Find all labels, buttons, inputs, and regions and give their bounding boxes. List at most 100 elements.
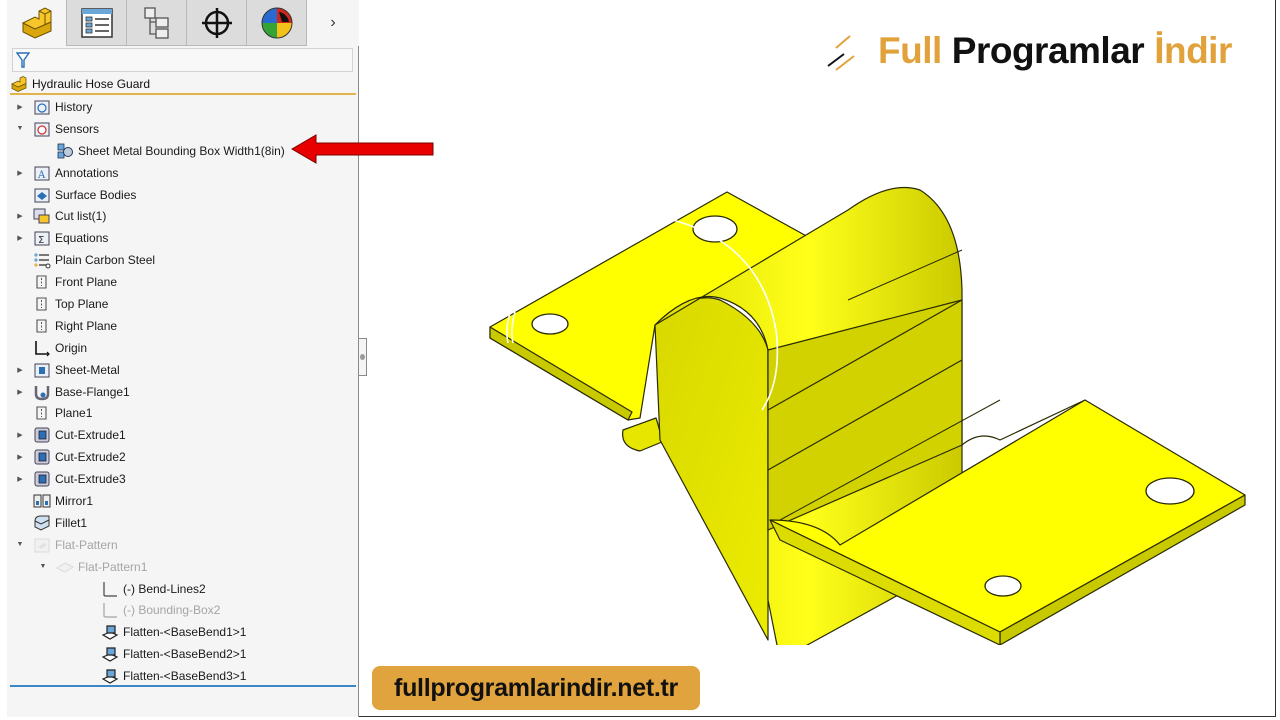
tree-item[interactable]: (-) Bounding-Box2 — [7, 599, 359, 621]
tree-item[interactable]: ▶ Base-Flange1 — [7, 381, 359, 403]
inner-arch — [654, 297, 769, 641]
tree-item-label: Annotations — [55, 165, 119, 180]
tree-root-part[interactable]: Hydraulic Hose Guard — [10, 75, 356, 95]
tree-item-label: Cut list(1) — [55, 209, 107, 224]
tree-item[interactable]: ▶ Sheet-Metal — [7, 359, 359, 381]
cut-list-icon — [33, 207, 51, 225]
caret-right-icon[interactable]: ▶ — [15, 474, 25, 484]
plane-icon — [33, 273, 51, 291]
tree-item[interactable]: ▶ Σ Equations — [7, 227, 359, 249]
flatten-icon — [101, 623, 119, 641]
tree-item[interactable]: ▼ Flat-Pattern — [7, 534, 359, 556]
tree-item[interactable]: (-) Bend-Lines2 — [7, 578, 359, 600]
tab-property-manager[interactable] — [67, 0, 127, 46]
feature-tree-filter[interactable] — [12, 48, 353, 72]
tree-item[interactable]: Plain Carbon Steel — [7, 249, 359, 271]
cut-extrude-icon — [33, 426, 51, 444]
history-folder-icon — [33, 98, 51, 116]
tree-item-label: History — [55, 99, 93, 114]
caret-right-icon[interactable]: ▶ — [15, 168, 25, 178]
tree-item[interactable]: Mirror1 — [7, 490, 359, 512]
tree-item-label: Mirror1 — [55, 493, 93, 508]
caret-right-icon[interactable]: ▶ — [15, 452, 25, 462]
tree-item[interactable]: Top Plane — [7, 293, 359, 315]
hole-2 — [531, 313, 569, 335]
tree-item[interactable]: Right Plane — [7, 315, 359, 337]
manager-tabs: › — [7, 0, 359, 46]
tab-configuration-manager[interactable] — [127, 0, 187, 46]
tree-item[interactable]: Flatten-<BaseBend1>1 — [7, 621, 359, 643]
brand-word-full: Full — [878, 30, 942, 71]
sketch-icon — [101, 580, 119, 598]
caret-down-icon[interactable]: ▼ — [38, 562, 48, 572]
tree-item-label: Fillet1 — [55, 515, 88, 530]
watermark-logo: Full Programlar İndir — [826, 28, 1232, 74]
tree-item-label: Flatten-<BaseBend2>1 — [123, 647, 247, 662]
plane-icon — [33, 404, 51, 422]
tab-feature-manager[interactable] — [7, 0, 67, 46]
caret-right-icon[interactable]: ▶ — [15, 365, 25, 375]
grip-dot — [360, 354, 365, 360]
tree-item-label: Cut-Extrude2 — [55, 450, 126, 465]
sheet-metal-model[interactable] — [480, 175, 1260, 645]
caret-down-icon[interactable]: ▼ — [15, 124, 25, 134]
cut-extrude-icon — [33, 448, 51, 466]
tree-item[interactable]: Flatten-<BaseBend3>1 — [7, 665, 359, 687]
tree-item[interactable]: Fillet1 — [7, 512, 359, 534]
tab-dimxpert-manager[interactable] — [187, 0, 247, 46]
tree-item-label: Sensors — [55, 121, 100, 136]
tree-item-label: Cut-Extrude3 — [55, 472, 126, 487]
base-flange-icon — [33, 383, 51, 401]
property-list-icon — [80, 7, 113, 38]
tree-item[interactable]: ▶ History — [7, 96, 359, 118]
tree-item-label: Front Plane — [55, 275, 118, 290]
hole-4 — [984, 575, 1022, 597]
sensors-folder-icon — [33, 120, 51, 138]
sketch-icon — [101, 601, 119, 619]
tree-item[interactable]: Flatten-<BaseBend2>1 — [7, 643, 359, 665]
tree-item-label: Flat-Pattern — [55, 537, 118, 552]
brand-word-programlar: Programlar — [951, 30, 1145, 71]
caret-right-icon[interactable]: ▶ — [15, 430, 25, 440]
part-name: Hydraulic Hose Guard — [32, 77, 151, 91]
feature-tree: ▶ History ▼ Sensors Sheet Metal Bounding Box… — [7, 96, 359, 687]
feature-manager-panel: › Hydraulic Hose Guard ▶ History ▼ Sensors S… — [7, 0, 359, 717]
flat-pattern-folder-icon — [33, 536, 51, 554]
flatten-icon — [101, 645, 119, 663]
tree-item-label: Right Plane — [55, 318, 118, 333]
tree-item[interactable]: ▶ Cut list(1) — [7, 205, 359, 227]
tree-item[interactable]: ▶ Cut-Extrude2 — [7, 446, 359, 468]
caret-right-icon[interactable]: ▶ — [15, 211, 25, 221]
tree-item[interactable]: Front Plane — [7, 271, 359, 293]
funnel-icon — [16, 52, 30, 68]
tree-item[interactable]: ▼ Flat-Pattern1 — [7, 556, 359, 578]
surface-bodies-folder-icon — [33, 186, 51, 204]
tree-item[interactable]: Plane1 — [7, 402, 359, 424]
part-icon — [11, 76, 27, 92]
tree-item[interactable]: Surface Bodies — [7, 184, 359, 206]
caret-right-icon[interactable]: ▶ — [15, 233, 25, 243]
tree-item-label: Base-Flange1 — [55, 384, 130, 399]
panel-splitter-handle[interactable] — [359, 338, 367, 376]
annotations-folder-icon: A — [33, 164, 51, 182]
tree-item-label: (-) Bend-Lines2 — [123, 581, 206, 596]
svg-text:A: A — [37, 170, 46, 181]
caret-down-icon[interactable]: ▼ — [15, 540, 25, 550]
tree-item[interactable]: ▶ Cut-Extrude1 — [7, 424, 359, 446]
tree-item[interactable]: ▶ Cut-Extrude3 — [7, 468, 359, 490]
tab-display-manager[interactable] — [247, 0, 307, 46]
tree-item-label: Cut-Extrude1 — [55, 428, 126, 443]
svg-text:Σ: Σ — [38, 235, 44, 246]
tree-item-label: Surface Bodies — [55, 187, 137, 202]
tree-item[interactable]: Origin — [7, 337, 359, 359]
app-window: › Hydraulic Hose Guard ▶ History ▼ Sensors S… — [0, 0, 1280, 720]
flat-pattern-icon — [56, 558, 74, 576]
caret-right-icon[interactable]: ▶ — [15, 387, 25, 397]
tree-item-label: Flatten-<BaseBend1>1 — [123, 625, 247, 640]
caret-right-icon[interactable]: ▶ — [15, 102, 25, 112]
origin-icon — [33, 339, 51, 357]
tree-item-label: Sheet Metal Bounding Box Width1(8in) — [78, 143, 285, 158]
more-tabs-button[interactable]: › — [307, 0, 359, 46]
watermark-url-badge[interactable]: fullprogramlarindir.net.tr — [372, 666, 700, 710]
rollback-bar[interactable] — [10, 685, 356, 687]
